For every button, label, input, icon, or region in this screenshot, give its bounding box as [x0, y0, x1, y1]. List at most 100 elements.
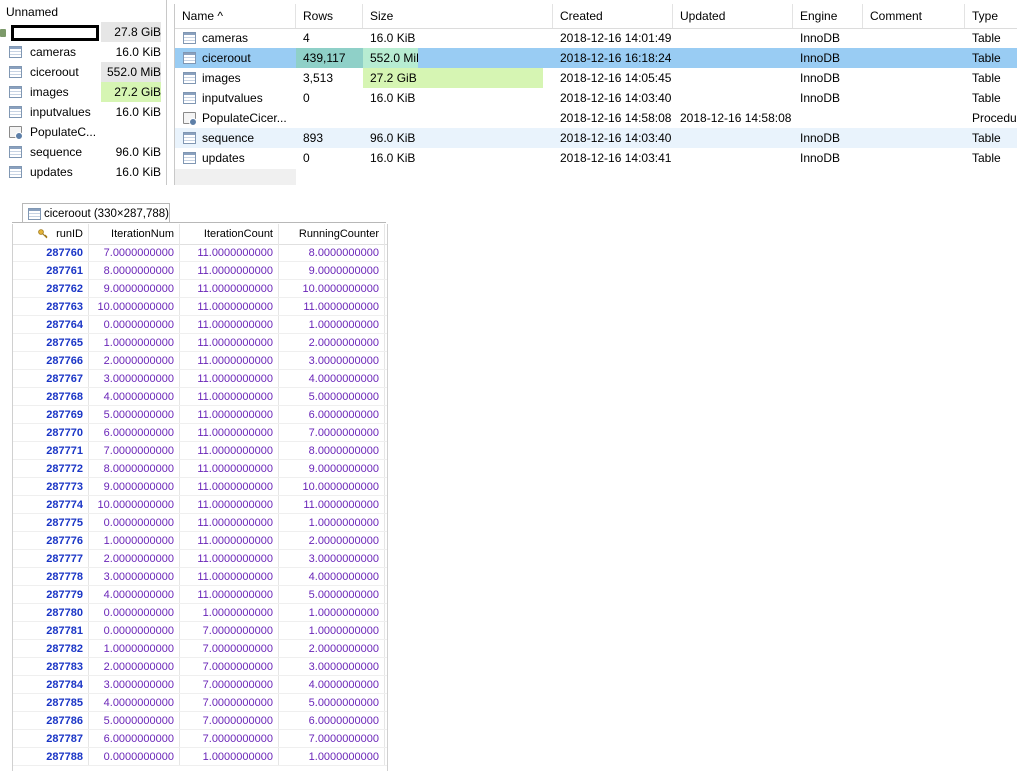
grid-row[interactable]: 287771 7.0000000000 11.0000000000 8.0000000…: [13, 442, 387, 460]
cell-iterationnum[interactable]: 1.0000000000: [89, 532, 180, 549]
cell-runid[interactable]: 287780: [13, 604, 89, 621]
cell-runid[interactable]: 287777: [13, 550, 89, 567]
cell-runid[interactable]: 287766: [13, 352, 89, 369]
tree-item-images[interactable]: images 27.2 GiB: [0, 82, 166, 102]
grid-row[interactable]: 287772 8.0000000000 11.0000000000 9.0000000…: [13, 460, 387, 478]
grid-row[interactable]: 287786 5.0000000000 7.0000000000 6.00000000…: [13, 712, 387, 730]
cell-iterationnum[interactable]: 0.0000000000: [89, 514, 180, 531]
cell-iterationnum[interactable]: 7.0000000000: [89, 442, 180, 459]
grid-row[interactable]: 287760 7.0000000000 11.0000000000 8.0000000…: [13, 244, 387, 262]
cell-runningcounter[interactable]: 8.0000000000: [279, 244, 385, 261]
cell-iterationnum[interactable]: 2.0000000000: [89, 352, 180, 369]
cell-iterationcount[interactable]: 11.0000000000: [180, 568, 279, 585]
cell-runningcounter[interactable]: 6.0000000000: [279, 406, 385, 423]
cell-iterationcount[interactable]: 11.0000000000: [180, 244, 279, 261]
cell-iterationnum[interactable]: 1.0000000000: [89, 640, 180, 657]
grid-row[interactable]: 287782 1.0000000000 7.0000000000 2.00000000…: [13, 640, 387, 658]
cell-runid[interactable]: 287786: [13, 712, 89, 729]
grid-row[interactable]: 287785 4.0000000000 7.0000000000 5.00000000…: [13, 694, 387, 712]
cell-iterationnum[interactable]: 4.0000000000: [89, 388, 180, 405]
cell-iterationcount[interactable]: 7.0000000000: [180, 658, 279, 675]
cell-runid[interactable]: 287779: [13, 586, 89, 603]
cell-iterationnum[interactable]: 7.0000000000: [89, 244, 180, 261]
cell-iterationnum[interactable]: 8.0000000000: [89, 262, 180, 279]
cell-runningcounter[interactable]: 1.0000000000: [279, 604, 385, 621]
cell-runid[interactable]: 287767: [13, 370, 89, 387]
cell-iterationcount[interactable]: 11.0000000000: [180, 424, 279, 441]
cell-runid[interactable]: 287760: [13, 244, 89, 261]
column-header-type[interactable]: Type: [965, 4, 1017, 28]
grid-row[interactable]: 287787 6.0000000000 7.0000000000 7.00000000…: [13, 730, 387, 748]
cell-runid[interactable]: 287781: [13, 622, 89, 639]
cell-runningcounter[interactable]: 10.0000000000: [279, 478, 385, 495]
cell-iterationcount[interactable]: 11.0000000000: [180, 550, 279, 567]
tree-database-row[interactable]: 27.8 GiB: [0, 22, 166, 42]
cell-iterationnum[interactable]: 6.0000000000: [89, 424, 180, 441]
cell-runningcounter[interactable]: 4.0000000000: [279, 370, 385, 387]
cell-runningcounter[interactable]: 1.0000000000: [279, 748, 385, 765]
table-list-row[interactable]: updates 0 16.0 KiB 2018-12-16 14:03:41 InnoD…: [175, 148, 1017, 168]
cell-iterationcount[interactable]: 1.0000000000: [180, 604, 279, 621]
table-list-row[interactable]: sequence 893 96.0 KiB 2018-12-16 14:03:40 In…: [175, 128, 1017, 148]
grid-row[interactable]: 287779 4.0000000000 11.0000000000 5.0000000…: [13, 586, 387, 604]
cell-iterationnum[interactable]: 0.0000000000: [89, 604, 180, 621]
grid-row[interactable]: 287776 1.0000000000 11.0000000000 2.0000000…: [13, 532, 387, 550]
cell-iterationnum[interactable]: 0.0000000000: [89, 748, 180, 765]
cell-iterationcount[interactable]: 7.0000000000: [180, 622, 279, 639]
cell-iterationnum[interactable]: 3.0000000000: [89, 370, 180, 387]
cell-iterationcount[interactable]: 11.0000000000: [180, 316, 279, 333]
grid-row[interactable]: 287774 10.0000000000 11.0000000000 11.00000…: [13, 496, 387, 514]
cell-runningcounter[interactable]: 2.0000000000: [279, 532, 385, 549]
grid-row[interactable]: 287764 0.0000000000 11.0000000000 1.0000000…: [13, 316, 387, 334]
cell-iterationnum[interactable]: 0.0000000000: [89, 316, 180, 333]
cell-iterationcount[interactable]: 11.0000000000: [180, 334, 279, 351]
cell-iterationnum[interactable]: 4.0000000000: [89, 694, 180, 711]
cell-iterationnum[interactable]: 3.0000000000: [89, 568, 180, 585]
column-header-rows[interactable]: Rows: [296, 4, 363, 28]
table-list-row[interactable]: PopulateCicer... 2018-12-16 14:58:08 2018-…: [175, 108, 1017, 128]
cell-runid[interactable]: 287761: [13, 262, 89, 279]
cell-runningcounter[interactable]: 1.0000000000: [279, 316, 385, 333]
cell-runningcounter[interactable]: 3.0000000000: [279, 352, 385, 369]
cell-runid[interactable]: 287774: [13, 496, 89, 513]
grid-row[interactable]: 287784 3.0000000000 7.0000000000 4.00000000…: [13, 676, 387, 694]
cell-iterationnum[interactable]: 9.0000000000: [89, 478, 180, 495]
cell-iterationnum[interactable]: 0.0000000000: [89, 622, 180, 639]
grid-row[interactable]: 287769 5.0000000000 11.0000000000 6.0000000…: [13, 406, 387, 424]
table-list-row[interactable]: inputvalues 0 16.0 KiB 2018-12-16 14:03:40 I…: [175, 88, 1017, 108]
table-list-row[interactable]: images 3,513 27.2 GiB 2018-12-16 14:05:45 In…: [175, 68, 1017, 88]
cell-iterationcount[interactable]: 11.0000000000: [180, 514, 279, 531]
column-header-engine[interactable]: Engine: [793, 4, 863, 28]
cell-runningcounter[interactable]: 5.0000000000: [279, 694, 385, 711]
cell-iterationcount[interactable]: 7.0000000000: [180, 676, 279, 693]
cell-iterationnum[interactable]: 10.0000000000: [89, 298, 180, 315]
tree-root-label[interactable]: Unnamed: [6, 4, 58, 20]
cell-iterationcount[interactable]: 11.0000000000: [180, 406, 279, 423]
cell-iterationcount[interactable]: 11.0000000000: [180, 262, 279, 279]
cell-iterationcount[interactable]: 11.0000000000: [180, 496, 279, 513]
cell-runid[interactable]: 287775: [13, 514, 89, 531]
cell-runningcounter[interactable]: 4.0000000000: [279, 676, 385, 693]
cell-iterationcount[interactable]: 11.0000000000: [180, 352, 279, 369]
cell-iterationnum[interactable]: 3.0000000000: [89, 676, 180, 693]
cell-iterationcount[interactable]: 11.0000000000: [180, 388, 279, 405]
cell-runningcounter[interactable]: 7.0000000000: [279, 424, 385, 441]
tree-item-sequence[interactable]: sequence 96.0 KiB: [0, 142, 166, 162]
cell-iterationcount[interactable]: 11.0000000000: [180, 586, 279, 603]
cell-iterationnum[interactable]: 2.0000000000: [89, 550, 180, 567]
grid-row[interactable]: 287762 9.0000000000 11.0000000000 10.000000…: [13, 280, 387, 298]
grid-row[interactable]: 287778 3.0000000000 11.0000000000 4.0000000…: [13, 568, 387, 586]
column-header-iterationnum[interactable]: IterationNum: [89, 224, 180, 244]
grid-row[interactable]: 287788 0.0000000000 1.0000000000 1.00000000…: [13, 748, 387, 766]
tree-item-populatec[interactable]: PopulateC...: [0, 122, 166, 142]
cell-runningcounter[interactable]: 4.0000000000: [279, 568, 385, 585]
grid-row[interactable]: 287768 4.0000000000 11.0000000000 5.0000000…: [13, 388, 387, 406]
cell-iterationcount[interactable]: 7.0000000000: [180, 640, 279, 657]
cell-runid[interactable]: 287788: [13, 748, 89, 765]
cell-iterationcount[interactable]: 11.0000000000: [180, 370, 279, 387]
column-header-comment[interactable]: Comment: [863, 4, 965, 28]
cell-runningcounter[interactable]: 10.0000000000: [279, 280, 385, 297]
cell-runningcounter[interactable]: 8.0000000000: [279, 442, 385, 459]
cell-runningcounter[interactable]: 3.0000000000: [279, 550, 385, 567]
cell-runid[interactable]: 287785: [13, 694, 89, 711]
